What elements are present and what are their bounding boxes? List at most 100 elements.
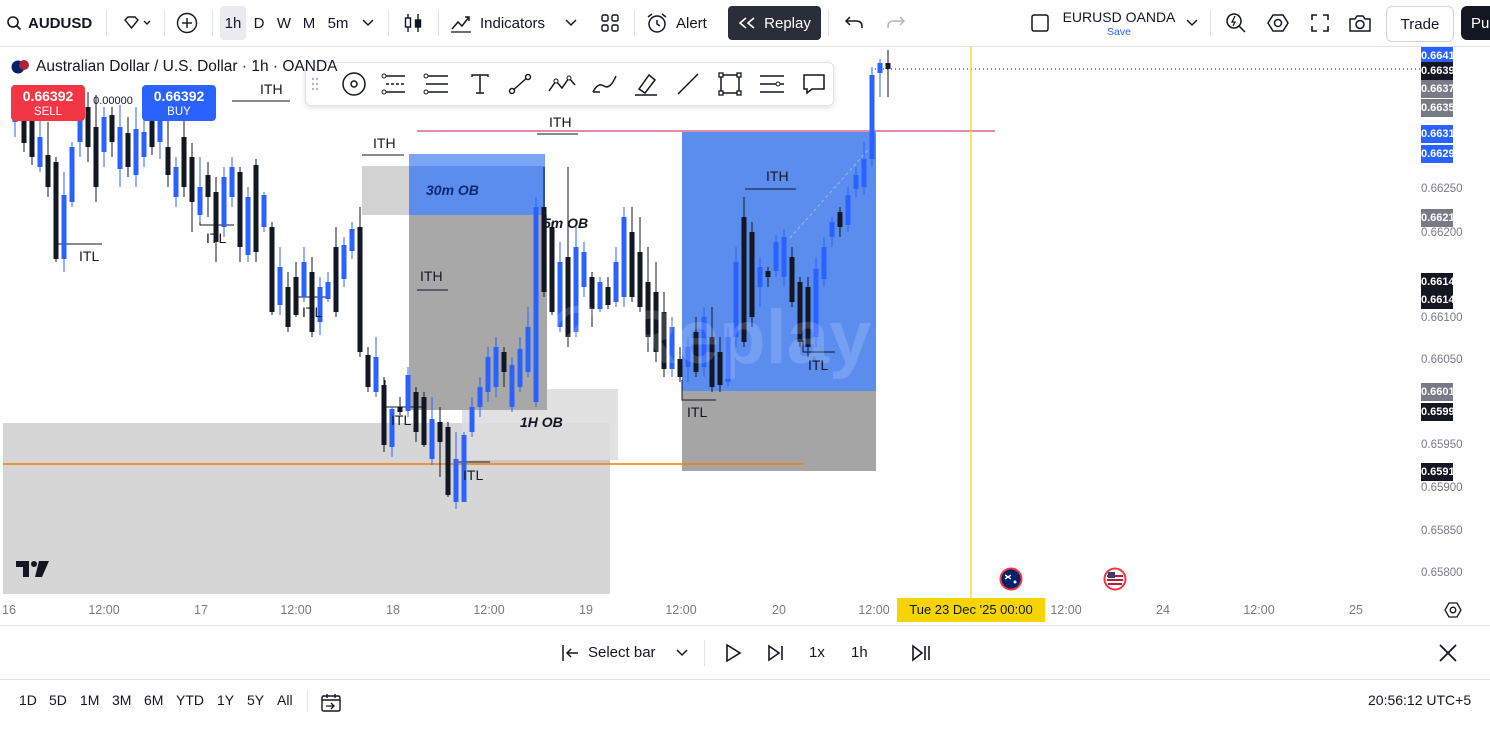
price-tag: 0.66145 bbox=[1421, 273, 1461, 291]
jump-to-realtime-button[interactable] bbox=[910, 626, 932, 679]
replay-interval-button[interactable]: 1h bbox=[851, 626, 868, 679]
time-tick: 24 bbox=[1156, 603, 1170, 617]
trend-line-icon[interactable] bbox=[504, 68, 536, 100]
chevron-down-icon bbox=[676, 648, 688, 656]
layout-dropdown[interactable] bbox=[1182, 6, 1202, 40]
candle-body bbox=[325, 282, 331, 299]
indicators-button[interactable]: Indicators bbox=[450, 6, 585, 40]
interval-m[interactable]: M bbox=[298, 6, 320, 40]
quick-search-button[interactable] bbox=[1222, 6, 1250, 40]
event-flag-au[interactable] bbox=[999, 567, 1023, 596]
close-replay-button[interactable] bbox=[1438, 626, 1458, 679]
rectangle-tool-icon[interactable] bbox=[714, 68, 746, 100]
symbol-type-button[interactable] bbox=[114, 6, 160, 40]
tradingview-logo[interactable] bbox=[15, 559, 51, 584]
add-symbol-button[interactable] bbox=[172, 6, 202, 40]
rewind-icon bbox=[738, 17, 755, 29]
publish-button[interactable]: Pu bbox=[1461, 6, 1490, 40]
settings-button[interactable] bbox=[1264, 6, 1292, 40]
clock-timezone[interactable]: 20:56:12 UTC+5 bbox=[1368, 680, 1471, 720]
candle-body bbox=[413, 392, 419, 432]
range-1d[interactable]: 1D bbox=[19, 680, 37, 720]
brush-tool-icon[interactable] bbox=[588, 68, 620, 100]
label-itl: ITL bbox=[808, 357, 829, 373]
pitchfork-icon[interactable] bbox=[420, 68, 452, 100]
chart-legend: Australian Dollar / U.S. Dollar · 1h · O… bbox=[10, 56, 337, 78]
square-icon bbox=[1031, 14, 1049, 32]
candle-body bbox=[109, 115, 115, 142]
candle-body bbox=[341, 245, 347, 279]
candle-body bbox=[333, 247, 339, 312]
trade-button[interactable]: Trade bbox=[1386, 6, 1454, 42]
event-flag-us[interactable] bbox=[1103, 567, 1127, 596]
select-bar-button[interactable]: Select bar bbox=[560, 626, 688, 679]
time-axis[interactable]: 16 12:00 17 12:00 18 12:00 19 12:00 20 12:00 12:00… bbox=[0, 598, 1420, 622]
replay-control-bar: Select bar 1x 1h bbox=[0, 625, 1490, 679]
highlighter-icon[interactable] bbox=[630, 68, 662, 100]
candle-body bbox=[485, 357, 491, 392]
replay-button[interactable]: Replay bbox=[728, 6, 821, 40]
time-tick: 20 bbox=[772, 603, 786, 617]
text-tool-icon[interactable] bbox=[464, 68, 496, 100]
redo-button[interactable] bbox=[882, 6, 910, 40]
step-forward-button[interactable] bbox=[766, 626, 786, 679]
candle-body bbox=[253, 165, 259, 252]
range-3m[interactable]: 3M bbox=[112, 680, 131, 720]
candle-body bbox=[533, 207, 539, 402]
candle-body bbox=[37, 137, 43, 167]
candle-body bbox=[197, 187, 203, 215]
candle-body bbox=[429, 419, 435, 459]
fullscreen-button[interactable] bbox=[1306, 6, 1334, 40]
cursor-tool-icon[interactable] bbox=[338, 68, 370, 100]
range-all[interactable]: All bbox=[277, 680, 293, 720]
callout-tool-icon[interactable] bbox=[798, 68, 830, 100]
fib-retracement-icon[interactable] bbox=[378, 68, 410, 100]
interval-w[interactable]: W bbox=[273, 6, 295, 40]
interval-dropdown[interactable] bbox=[358, 6, 378, 40]
candle-body bbox=[373, 357, 379, 392]
candle-body bbox=[781, 237, 787, 277]
symbol-search[interactable]: AUDUSD bbox=[6, 6, 106, 40]
range-1m[interactable]: 1M bbox=[80, 680, 99, 720]
step-forward-icon bbox=[768, 643, 783, 662]
zone-grey-30m bbox=[362, 166, 412, 215]
range-5y[interactable]: 5Y bbox=[247, 680, 264, 720]
go-to-date-button[interactable] bbox=[320, 689, 342, 712]
replay-speed-button[interactable]: 1x bbox=[809, 626, 825, 679]
axis-settings-button[interactable] bbox=[1444, 601, 1462, 624]
candle-body bbox=[837, 212, 843, 227]
snapshot-button[interactable] bbox=[1346, 6, 1374, 40]
spread-value: 0.00000 bbox=[93, 95, 133, 107]
range-ytd[interactable]: YTD bbox=[176, 680, 204, 720]
time-tick: 17 bbox=[194, 603, 208, 617]
lines-tool-icon[interactable] bbox=[756, 68, 788, 100]
candle-body bbox=[885, 63, 891, 69]
candle-body bbox=[365, 355, 371, 387]
layout-name[interactable]: EURUSD OANDA Save bbox=[1062, 8, 1176, 42]
buy-button[interactable]: 0.66392 BUY bbox=[142, 85, 216, 121]
top-toolbar: AUDUSD 1h D W M 5m Indicators Alert Repl… bbox=[0, 0, 1490, 47]
alert-button[interactable]: Alert bbox=[646, 6, 720, 40]
candle-body bbox=[69, 147, 75, 202]
chevron-down-icon bbox=[1186, 19, 1198, 27]
play-button[interactable] bbox=[724, 626, 742, 679]
interval-1h[interactable]: 1h bbox=[220, 6, 246, 40]
candle-body bbox=[165, 147, 171, 175]
chart-pane[interactable]: Replay Australian Dollar / U.S. Dollar ·… bbox=[0, 47, 1490, 624]
chart-type-button[interactable] bbox=[398, 6, 428, 40]
candle-body bbox=[229, 167, 235, 197]
layouts-button[interactable] bbox=[596, 6, 624, 40]
sell-button[interactable]: 0.66392 SELL bbox=[11, 85, 85, 121]
pattern-tool-icon[interactable] bbox=[546, 68, 578, 100]
undo-button[interactable] bbox=[840, 6, 868, 40]
range-5d[interactable]: 5D bbox=[49, 680, 67, 720]
range-6m[interactable]: 6M bbox=[144, 680, 163, 720]
interval-5m[interactable]: 5m bbox=[324, 6, 352, 40]
zone-blue-30m-ob-top bbox=[409, 154, 545, 166]
price-scale[interactable]: 0.66250 0.66200 0.66100 0.66050 0.65950 … bbox=[1420, 47, 1490, 603]
layout-checkbox[interactable] bbox=[1026, 6, 1054, 40]
interval-d[interactable]: D bbox=[249, 6, 269, 40]
replay-watermark: Replay bbox=[548, 277, 908, 397]
range-1y[interactable]: 1Y bbox=[217, 680, 234, 720]
ray-line-icon[interactable] bbox=[672, 68, 704, 100]
